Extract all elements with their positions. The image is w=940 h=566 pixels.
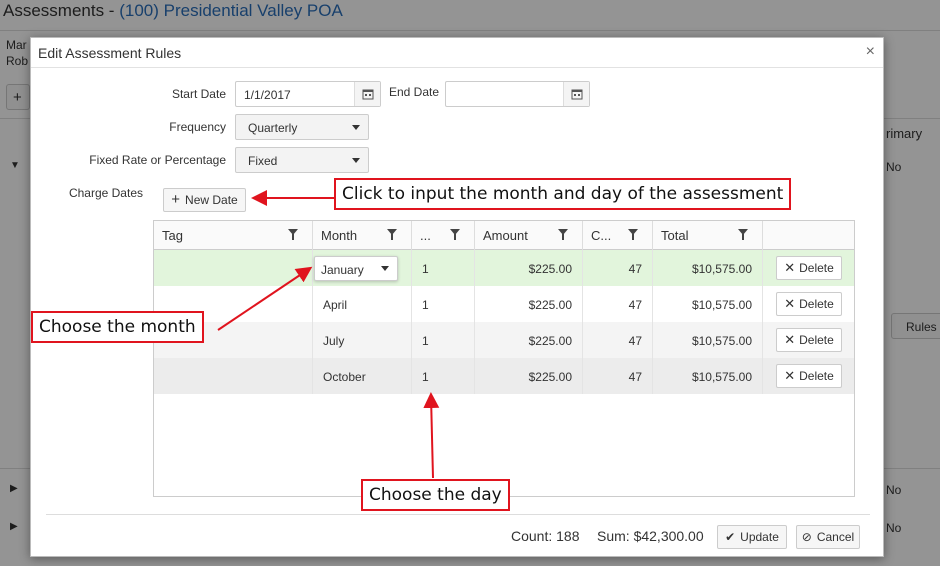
month-select-value: January	[321, 263, 364, 277]
column-header-day[interactable]: ...	[412, 221, 475, 250]
filter-icon[interactable]	[628, 229, 638, 240]
cell-day[interactable]: 1	[412, 322, 475, 358]
close-icon: ✕	[784, 332, 796, 347]
cancel-button[interactable]: ⊘ Cancel	[796, 525, 860, 549]
table-row[interactable]: April 1 $225.00 47 $10,575.00 ✕ Delete	[154, 286, 854, 322]
end-date-field[interactable]	[445, 81, 590, 107]
delete-button[interactable]: ✕ Delete	[776, 364, 842, 388]
frequency-select[interactable]: Quarterly	[235, 114, 369, 140]
cell-amount[interactable]: $225.00	[475, 286, 583, 322]
filter-icon[interactable]	[387, 229, 397, 240]
close-icon: ✕	[784, 296, 796, 311]
filter-icon[interactable]	[450, 229, 460, 240]
cancel-icon: ⊘	[801, 530, 812, 544]
cell-total: $10,575.00	[653, 358, 763, 394]
cell-amount[interactable]: $225.00	[475, 322, 583, 358]
cell-day[interactable]: 1	[412, 286, 475, 322]
close-icon[interactable]: ×	[866, 43, 875, 61]
table-row[interactable]: January 1 $225.00 47 $10,575.00 ✕ Delete	[154, 250, 854, 286]
charge-dates-label: Charge Dates	[68, 186, 143, 200]
cell-count: 47	[583, 250, 653, 286]
cell-total: $10,575.00	[653, 322, 763, 358]
end-date-label: End Date	[389, 85, 440, 99]
cell-month[interactable]: July	[313, 322, 412, 358]
cell-total: $10,575.00	[653, 250, 763, 286]
footer-count: Count: 188	[511, 528, 580, 544]
calendar-icon[interactable]	[354, 82, 380, 106]
cell-tag[interactable]	[154, 250, 313, 286]
frequency-label: Frequency	[169, 120, 226, 134]
dialog-title: Edit Assessment Rules	[38, 45, 182, 61]
delete-button[interactable]: ✕ Delete	[776, 328, 842, 352]
update-label: Update	[740, 530, 779, 544]
new-date-button[interactable]: + New Date	[163, 188, 246, 212]
delete-label: Delete	[799, 369, 834, 383]
filter-icon[interactable]	[288, 229, 298, 240]
frequency-value: Quarterly	[248, 121, 298, 135]
cell-month[interactable]: October	[313, 358, 412, 394]
cell-amount[interactable]: $225.00	[475, 358, 583, 394]
rate-value: Fixed	[248, 154, 278, 168]
start-date-value: 1/1/2017	[244, 88, 291, 102]
cell-day[interactable]: 1	[412, 250, 475, 286]
cell-total: $10,575.00	[653, 286, 763, 322]
table-row[interactable]: July 1 $225.00 47 $10,575.00 ✕ Delete	[154, 322, 854, 358]
cell-tag[interactable]	[154, 358, 313, 394]
start-date-field[interactable]: 1/1/2017	[235, 81, 381, 107]
column-header-tag[interactable]: Tag	[154, 221, 313, 250]
plus-icon: +	[171, 191, 181, 208]
cancel-label: Cancel	[816, 530, 855, 544]
month-select[interactable]: January	[314, 256, 398, 281]
cell-amount[interactable]: $225.00	[475, 250, 583, 286]
dialog-header: Edit Assessment Rules ×	[31, 38, 883, 68]
footer-divider	[46, 514, 870, 515]
chevron-down-icon	[352, 125, 360, 130]
delete-label: Delete	[799, 261, 834, 275]
cell-day[interactable]: 1	[412, 358, 475, 394]
close-icon: ✕	[784, 260, 796, 275]
new-date-label: New Date	[185, 193, 238, 207]
filter-icon[interactable]	[738, 229, 748, 240]
footer-sum: Sum: $42,300.00	[597, 528, 704, 544]
delete-label: Delete	[799, 333, 834, 347]
rate-label: Fixed Rate or Percentage	[89, 153, 226, 167]
charge-dates-grid: Tag Month ... Amount C... Total January …	[153, 220, 855, 497]
annotation-month: Choose the month	[31, 311, 204, 343]
cell-count: 47	[583, 322, 653, 358]
rate-select[interactable]: Fixed	[235, 147, 369, 173]
filter-icon[interactable]	[558, 229, 568, 240]
column-header-month[interactable]: Month	[313, 221, 412, 250]
cell-month[interactable]: April	[313, 286, 412, 322]
delete-button[interactable]: ✕ Delete	[776, 256, 842, 280]
annotation-day: Choose the day	[361, 479, 510, 511]
column-header-actions	[763, 221, 854, 250]
table-row[interactable]: October 1 $225.00 47 $10,575.00 ✕ Delete	[154, 358, 854, 394]
column-header-count[interactable]: C...	[583, 221, 653, 250]
update-button[interactable]: ✔ Update	[717, 525, 787, 549]
column-header-total[interactable]: Total	[653, 221, 763, 250]
cell-count: 47	[583, 358, 653, 394]
chevron-down-icon	[352, 158, 360, 163]
delete-button[interactable]: ✕ Delete	[776, 292, 842, 316]
grid-header: Tag Month ... Amount C... Total	[154, 221, 854, 250]
column-header-amount[interactable]: Amount	[475, 221, 583, 250]
calendar-icon[interactable]	[563, 82, 589, 106]
start-date-label: Start Date	[171, 87, 226, 101]
annotation-new-date: Click to input the month and day of the …	[334, 178, 792, 210]
chevron-down-icon	[381, 266, 389, 271]
cell-count: 47	[583, 286, 653, 322]
close-icon: ✕	[784, 368, 796, 383]
delete-label: Delete	[799, 297, 834, 311]
check-icon: ✔	[725, 530, 736, 544]
